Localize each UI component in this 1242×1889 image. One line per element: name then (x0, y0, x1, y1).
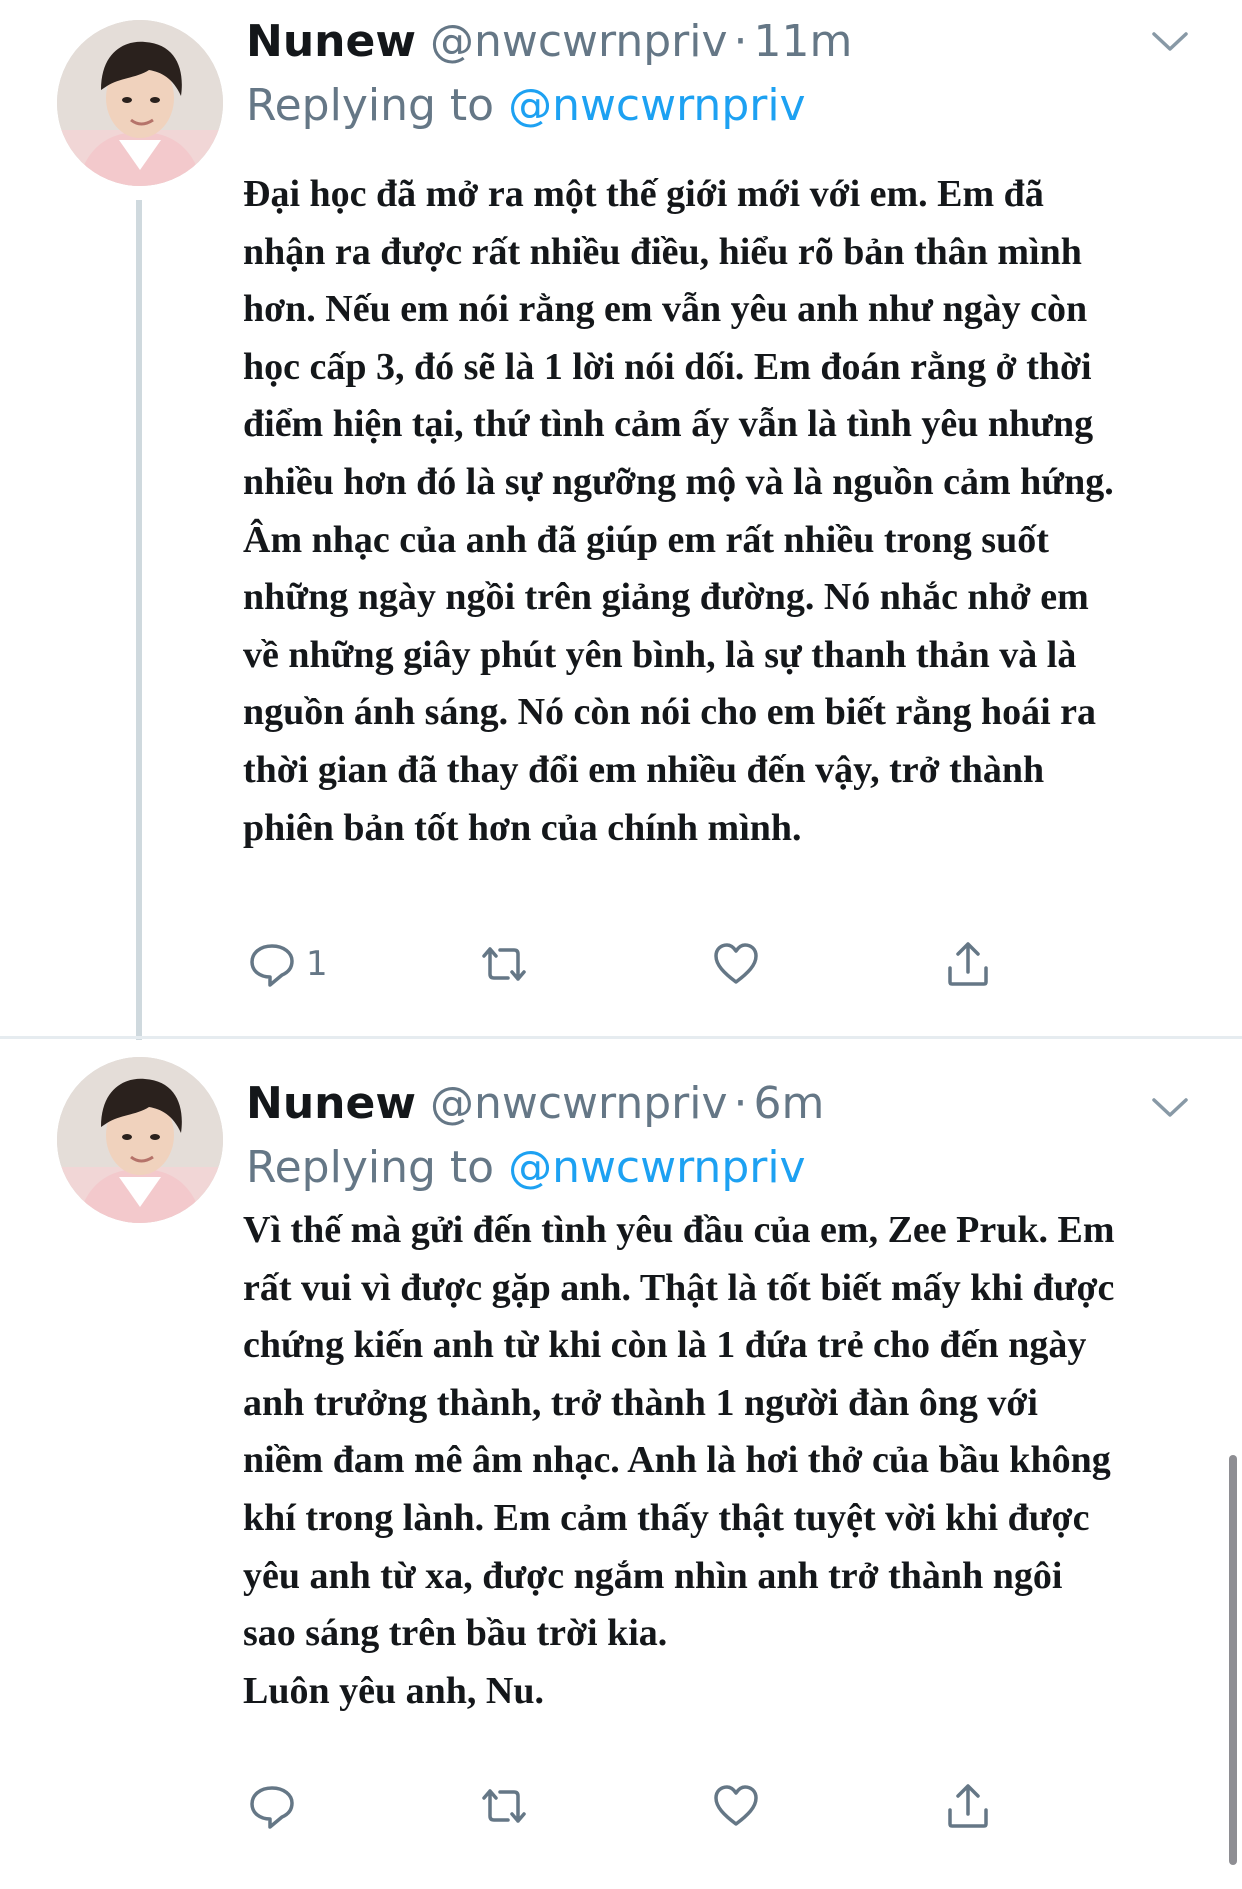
avatar[interactable] (57, 20, 223, 186)
replying-to-label: Replying to (246, 1142, 495, 1193)
retweet-button[interactable] (478, 1776, 530, 1836)
user-handle[interactable]: @nwcwrnpriv (430, 16, 728, 67)
share-icon (942, 938, 994, 990)
share-button[interactable] (942, 1776, 994, 1836)
tweet[interactable]: Nunew @nwcwrnpriv · 11m Replying to @nwcwrn… (0, 0, 1242, 1040)
user-handle[interactable]: @nwcwrnpriv (430, 1078, 728, 1129)
replying-to-link[interactable]: @nwcwrnpriv (508, 1142, 806, 1193)
display-name[interactable]: Nunew (246, 16, 416, 67)
tweet[interactable]: Nunew @nwcwrnpriv · 6m Replying to @nwcwrnp… (0, 1040, 1242, 1889)
separator-dot: · (733, 1078, 748, 1129)
separator-dot: · (733, 16, 748, 67)
display-name[interactable]: Nunew (246, 1078, 416, 1129)
tweet-header: Nunew @nwcwrnpriv · 11m (246, 14, 852, 70)
retweet-icon (478, 938, 530, 990)
retweet-button[interactable] (478, 934, 530, 994)
like-icon (710, 1780, 762, 1832)
like-icon (710, 938, 762, 990)
reply-button[interactable]: 1 (246, 934, 328, 994)
chevron-down-icon[interactable] (1150, 1096, 1190, 1120)
tweet-text: Đại học đã mở ra một thế giới mới với em… (243, 173, 1114, 849)
share-icon (942, 1780, 994, 1832)
replying-to-line: Replying to @nwcwrnpriv (246, 78, 806, 134)
timestamp[interactable]: 11m (754, 16, 853, 67)
tweet-divider (0, 1036, 1242, 1039)
like-button[interactable] (710, 934, 762, 994)
reply-icon (246, 1780, 298, 1832)
chevron-down-icon[interactable] (1150, 30, 1190, 54)
tweet-actions (0, 1776, 1242, 1836)
avatar[interactable] (57, 1057, 223, 1223)
like-button[interactable] (710, 1776, 762, 1836)
tweet-thread: Nunew @nwcwrnpriv · 11m Replying to @nwcwrn… (0, 0, 1242, 1889)
retweet-icon (478, 1780, 530, 1832)
scrollbar[interactable] (1229, 1455, 1237, 1865)
timestamp[interactable]: 6m (754, 1078, 825, 1129)
tweet-header: Nunew @nwcwrnpriv · 6m (246, 1076, 824, 1132)
replying-to-line: Replying to @nwcwrnpriv (246, 1140, 806, 1196)
share-button[interactable] (942, 934, 994, 994)
reply-button[interactable] (246, 1776, 306, 1836)
replying-to-link[interactable]: @nwcwrnpriv (508, 80, 806, 131)
tweet-text: Vì thế mà gửi đến tình yêu đầu của em, Z… (243, 1209, 1115, 1712)
reply-count: 1 (306, 944, 328, 984)
thread-connector-line (136, 200, 142, 1040)
replying-to-label: Replying to (246, 80, 495, 131)
reply-icon (246, 938, 298, 990)
tweet-actions: 1 (0, 934, 1242, 994)
